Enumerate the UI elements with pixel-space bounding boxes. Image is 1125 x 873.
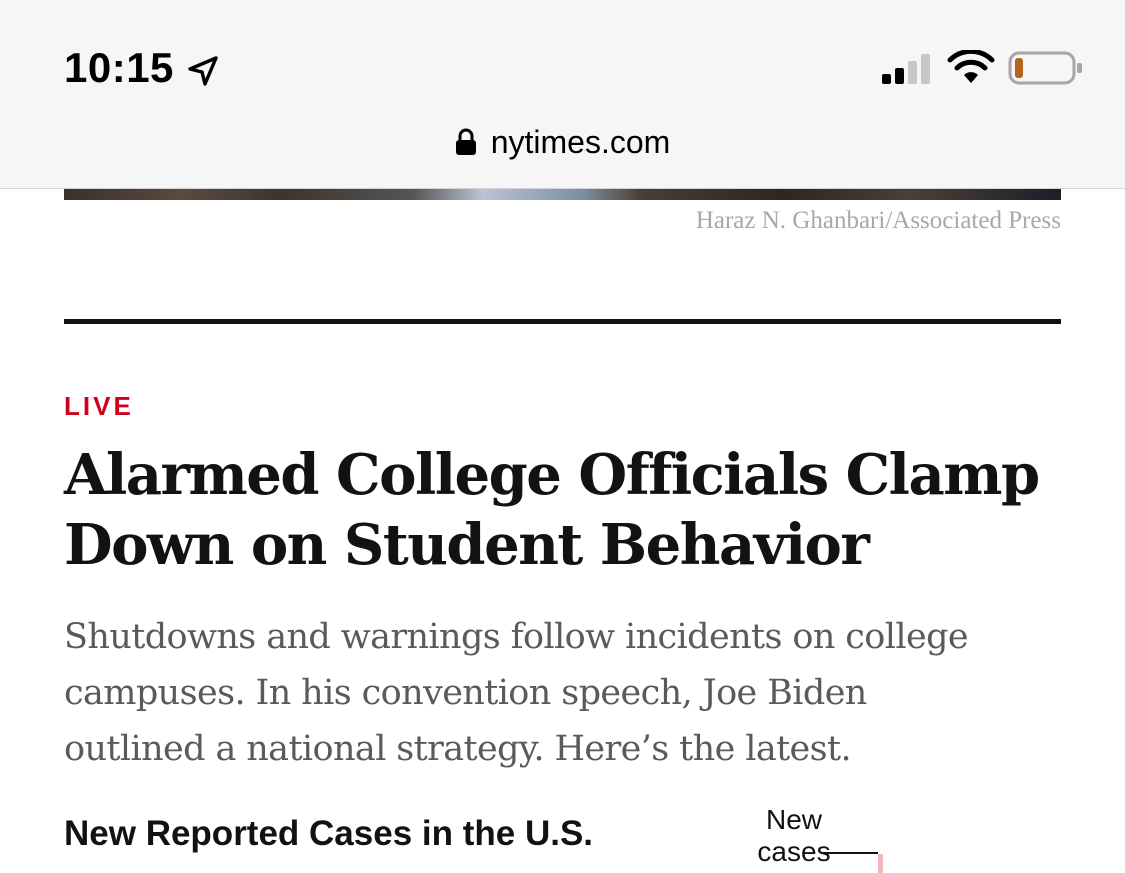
cellular-signal-icon <box>882 54 930 84</box>
url-text: nytimes.com <box>490 123 671 160</box>
summary-line: outlined a national strategy. Here’s the… <box>64 729 852 769</box>
chart-label-line: cases <box>757 836 831 867</box>
chart-label-line: New <box>765 804 822 835</box>
summary-line: campuses. In his convention speech, Joe … <box>64 673 867 713</box>
article-headline[interactable]: Alarmed College Officials Clamp Down on … <box>64 440 1064 580</box>
live-kicker: LIVE <box>64 391 134 421</box>
address-bar[interactable]: nytimes.com <box>0 120 1125 164</box>
battery-icon <box>1008 51 1082 85</box>
wifi-icon <box>947 50 995 83</box>
chart-leader-line <box>822 852 878 854</box>
location-arrow-icon <box>188 56 218 86</box>
article-photo <box>64 189 1061 200</box>
chart-bar <box>878 854 883 873</box>
lock-icon <box>455 128 476 155</box>
status-time: 10:15 <box>64 44 174 91</box>
section-divider <box>64 319 1061 324</box>
summary-line: Shutdowns and warnings follow incidents … <box>64 617 969 657</box>
chart-series-label: New cases <box>744 804 844 868</box>
chart-title: New Reported Cases in the U.S. <box>64 814 594 853</box>
browser-chrome: 10:15 nytimes.com <box>0 0 1125 189</box>
photo-credit: Haraz N. Ghanbari/Associated Press <box>695 207 1061 234</box>
headline-line: Down on Student Behavior <box>64 512 870 578</box>
headline-line: Alarmed College Officials Clamp <box>64 442 1040 508</box>
article-summary: Shutdowns and warnings follow incidents … <box>64 609 1064 777</box>
